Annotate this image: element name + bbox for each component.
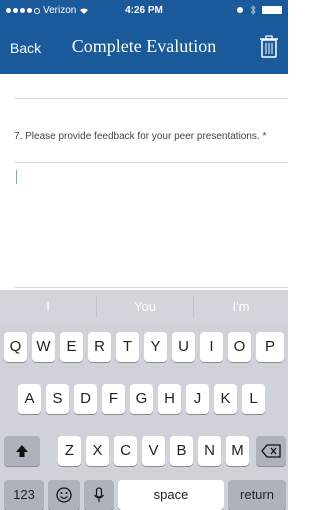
key-w[interactable]: W	[32, 332, 55, 362]
key-p[interactable]: P	[256, 332, 284, 362]
key-e[interactable]: E	[60, 332, 83, 362]
key-n[interactable]: N	[198, 436, 221, 466]
key-t[interactable]: T	[116, 332, 139, 362]
key-j[interactable]: J	[186, 384, 209, 414]
status-bar: Verizon 4:26 PM	[0, 0, 288, 22]
key-v[interactable]: V	[142, 436, 165, 466]
form-content: 7. Please provide feedback for your peer…	[0, 74, 288, 290]
shift-icon	[16, 445, 28, 457]
nav-bar: Back Complete Evalution	[0, 22, 288, 74]
delete-key[interactable]	[256, 436, 286, 466]
question-label: 7. Please provide feedback for your peer…	[14, 131, 267, 142]
alarm-icon	[237, 7, 243, 13]
keyboard: I You I'm Q W E R T Y U I O P A S D F G …	[0, 290, 288, 510]
prediction-item[interactable]: I	[0, 290, 96, 324]
space-key[interactable]: space	[118, 480, 224, 510]
key-i[interactable]: I	[200, 332, 223, 362]
prediction-bar: I You I'm	[0, 290, 288, 324]
key-x[interactable]: X	[86, 436, 109, 466]
numbers-key[interactable]: 123	[4, 480, 44, 510]
key-f[interactable]: F	[102, 384, 125, 414]
prediction-item[interactable]: I'm	[194, 290, 288, 324]
emoji-icon	[56, 487, 72, 503]
prediction-item[interactable]: You	[97, 290, 193, 324]
feedback-textarea[interactable]	[14, 162, 288, 288]
key-g[interactable]: G	[130, 384, 153, 414]
key-o[interactable]: O	[228, 332, 251, 362]
key-q[interactable]: Q	[4, 332, 27, 362]
shift-key[interactable]	[4, 436, 40, 466]
key-s[interactable]: S	[46, 384, 69, 414]
key-l[interactable]: L	[242, 384, 265, 414]
delete-icon	[261, 444, 281, 458]
trash-icon[interactable]	[260, 35, 278, 59]
return-key[interactable]: return	[228, 480, 286, 510]
previous-answer-field[interactable]	[14, 74, 288, 99]
key-k[interactable]: K	[214, 384, 237, 414]
key-z[interactable]: Z	[58, 436, 81, 466]
microphone-key[interactable]	[84, 480, 114, 510]
key-b[interactable]: B	[170, 436, 193, 466]
bluetooth-icon	[250, 5, 256, 15]
battery-icon	[262, 6, 282, 14]
text-caret	[16, 170, 17, 184]
key-u[interactable]: U	[172, 332, 195, 362]
key-h[interactable]: H	[158, 384, 181, 414]
emoji-key[interactable]	[48, 480, 80, 510]
status-right	[236, 5, 282, 15]
key-a[interactable]: A	[18, 384, 41, 414]
key-d[interactable]: D	[74, 384, 97, 414]
key-c[interactable]: C	[114, 436, 137, 466]
microphone-icon	[94, 487, 104, 502]
page-title: Complete Evalution	[71, 36, 217, 56]
key-m[interactable]: M	[226, 436, 249, 466]
key-r[interactable]: R	[88, 332, 111, 362]
key-y[interactable]: Y	[144, 332, 167, 362]
